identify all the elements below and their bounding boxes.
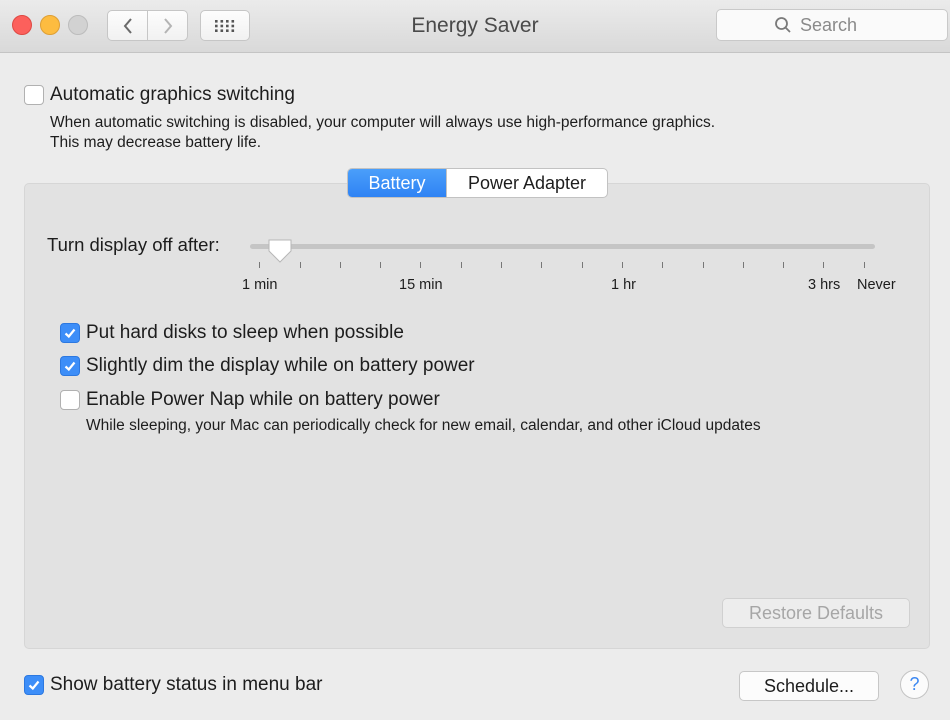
slider-tick	[259, 262, 260, 268]
graphics-switching-checkbox[interactable]	[24, 85, 44, 105]
search-icon	[775, 17, 791, 33]
show-all-button[interactable]	[200, 10, 250, 41]
slider-thumb[interactable]	[266, 237, 294, 265]
schedule-button[interactable]: Schedule...	[739, 671, 879, 701]
back-button[interactable]	[107, 10, 148, 41]
slider-tick	[461, 262, 462, 268]
chevron-left-icon	[123, 17, 132, 34]
slider-tick	[380, 262, 381, 268]
tick-label-3-hrs: 3 hrs	[808, 277, 841, 293]
tick-label-never: Never	[857, 277, 896, 293]
power-nap-checkbox[interactable]	[60, 390, 80, 410]
slider-tick	[541, 262, 542, 268]
slider-tick	[420, 262, 421, 268]
search-field[interactable]	[716, 9, 948, 41]
battery-status-label: Show battery status in menu bar	[50, 674, 323, 695]
forward-button[interactable]	[147, 10, 188, 41]
slider-tick	[743, 262, 744, 268]
dim-display-checkbox[interactable]	[60, 356, 80, 376]
graphics-switching-label: Automatic graphics switching	[50, 84, 295, 105]
dim-display-label: Slightly dim the display while on batter…	[86, 355, 475, 376]
grid-icon	[215, 19, 235, 32]
graphics-switching-desc-2: This may decrease battery life.	[50, 134, 262, 151]
zoom-window-button[interactable]	[68, 15, 88, 35]
tab-power-adapter[interactable]: Power Adapter	[446, 169, 607, 197]
display-off-slider[interactable]	[250, 244, 875, 249]
tick-label-15-min: 15 min	[399, 277, 443, 293]
slider-tick	[823, 262, 824, 268]
power-nap-desc: While sleeping, your Mac can periodicall…	[86, 417, 761, 434]
tick-label-1-hr: 1 hr	[611, 277, 636, 293]
slider-tick	[703, 262, 704, 268]
search-input[interactable]	[800, 14, 890, 36]
restore-defaults-button[interactable]: Restore Defaults	[722, 598, 910, 628]
hard-disk-sleep-label: Put hard disks to sleep when possible	[86, 322, 404, 343]
tick-label-1-min: 1 min	[242, 277, 278, 293]
title-bar: Energy Saver	[0, 0, 950, 53]
slider-tick	[783, 262, 784, 268]
energy-saver-window: Energy Saver Automatic graphics switchin…	[0, 0, 950, 720]
tab-battery[interactable]: Battery	[348, 169, 446, 197]
help-button[interactable]: ?	[900, 670, 929, 699]
slider-tick	[582, 262, 583, 268]
graphics-switching-desc-1: When automatic switching is disabled, yo…	[50, 114, 716, 131]
slider-tick	[622, 262, 623, 268]
minimize-window-button[interactable]	[40, 15, 60, 35]
display-off-label: Turn display off after:	[47, 234, 220, 255]
power-nap-label: Enable Power Nap while on battery power	[86, 389, 440, 410]
battery-status-checkbox[interactable]	[24, 675, 44, 695]
close-window-button[interactable]	[12, 15, 32, 35]
slider-tick	[864, 262, 865, 268]
checkmark-icon	[64, 361, 76, 372]
slider-tick	[662, 262, 663, 268]
power-source-tabs: Battery Power Adapter	[347, 168, 608, 198]
checkmark-icon	[64, 328, 76, 339]
chevron-right-icon	[163, 17, 172, 34]
hard-disk-sleep-checkbox[interactable]	[60, 323, 80, 343]
slider-tick	[300, 262, 301, 268]
checkmark-icon	[28, 680, 40, 691]
slider-tick	[501, 262, 502, 268]
slider-tick	[340, 262, 341, 268]
